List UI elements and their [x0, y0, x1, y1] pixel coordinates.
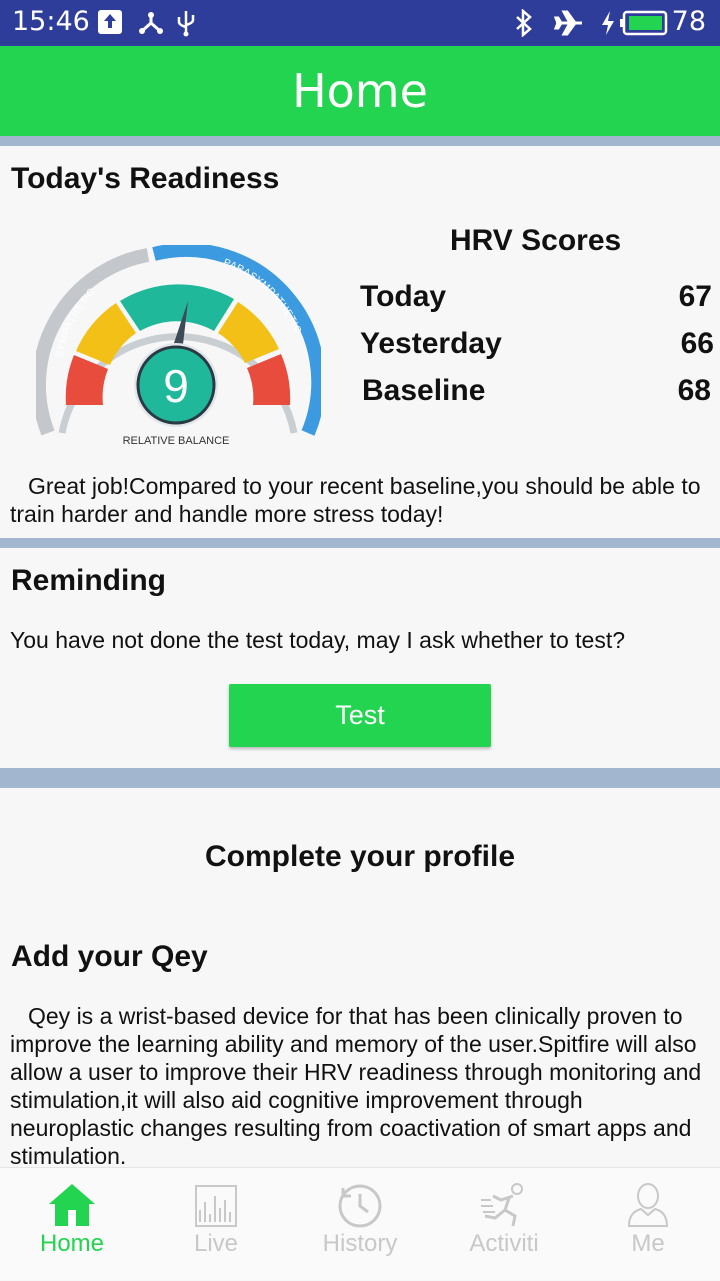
nav-item-activities[interactable]: Activiti	[432, 1168, 576, 1281]
qey-description: Qey is a wrist-based device for that has…	[10, 1003, 702, 1169]
usb-share-icon	[137, 9, 165, 42]
status-bar: 15:46 78	[0, 0, 720, 46]
page-title: Home	[292, 64, 428, 118]
reminding-message: You have not done the test today, may I …	[10, 627, 626, 653]
hrv-label: Yesterday	[360, 327, 502, 360]
hrv-row-baseline: Baseline 68	[360, 374, 714, 408]
nav-item-history[interactable]: History	[288, 1168, 432, 1281]
readiness-heading: Today's Readiness	[11, 162, 280, 195]
bottom-nav: Home Live History Activiti Me	[0, 1167, 720, 1280]
hrv-label: Baseline	[362, 374, 486, 407]
hrv-value: 66	[680, 327, 714, 360]
upload-icon	[97, 9, 123, 40]
nav-item-home[interactable]: Home	[0, 1168, 144, 1281]
hrv-value: 67	[678, 280, 712, 313]
gauge-segment-yellow-left	[76, 303, 136, 365]
nav-label: History	[322, 1230, 398, 1257]
person-icon	[627, 1183, 669, 1227]
runner-icon	[481, 1183, 523, 1227]
test-button[interactable]: Test	[229, 684, 491, 747]
nav-label: Home	[39, 1230, 105, 1257]
gauge-segment-teal	[120, 284, 234, 331]
app-bar: Home	[0, 46, 720, 136]
nav-label: Activiti	[469, 1230, 539, 1257]
hrv-row-today: Today 67	[360, 280, 714, 314]
usb-icon	[175, 9, 197, 42]
complete-profile-heading: Complete your profile	[204, 840, 516, 873]
history-clock-icon	[338, 1184, 382, 1228]
hrv-label: Today	[360, 280, 447, 313]
charging-icon	[600, 9, 616, 42]
readiness-message: Great job!Compared to your recent baseli…	[10, 473, 701, 527]
nav-label: Live	[193, 1230, 239, 1257]
hrv-value: 68	[677, 374, 711, 407]
section-divider	[0, 768, 720, 788]
add-qey-heading: Add your Qey	[11, 940, 208, 973]
reminding-heading: Reminding	[11, 564, 166, 597]
section-divider	[0, 538, 720, 548]
battery-icon	[620, 10, 670, 41]
gauge-caption: RELATIVE BALANCE	[123, 435, 230, 447]
relative-balance-gauge: SYMPATHETIC PARASYMPATHETIC 9 RELATIVE B…	[36, 245, 321, 447]
gauge-segment-yellow-right	[218, 302, 279, 363]
airplane-icon	[553, 9, 584, 42]
nav-label: Me	[631, 1230, 665, 1257]
hrv-row-yesterday: Yesterday 66	[360, 327, 714, 361]
section-divider	[0, 136, 720, 146]
status-time: 15:46	[12, 6, 90, 37]
nav-item-me[interactable]: Me	[576, 1168, 720, 1281]
bluetooth-icon	[513, 8, 535, 42]
gauge-value: 9	[163, 360, 189, 412]
nav-item-live[interactable]: Live	[144, 1168, 288, 1281]
battery-level: 78	[671, 6, 706, 37]
hrv-title: HRV Scores	[450, 224, 622, 257]
home-icon	[49, 1184, 95, 1226]
live-chart-icon	[195, 1185, 237, 1227]
